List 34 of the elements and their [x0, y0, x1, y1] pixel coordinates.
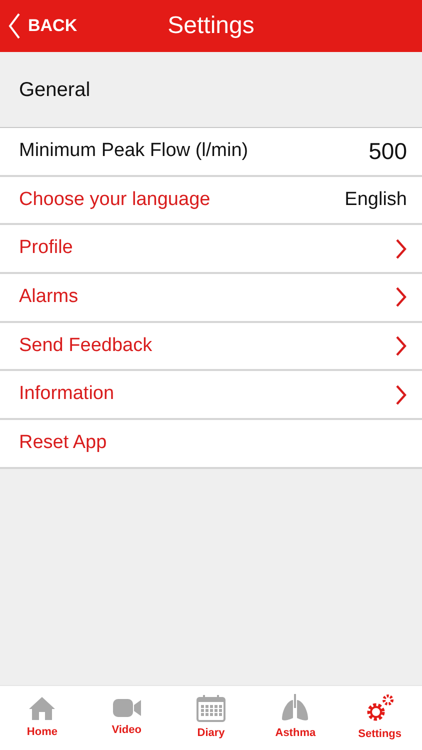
- row-label: Information: [19, 383, 114, 406]
- chevron-icon: [395, 384, 407, 405]
- tab-button[interactable]: Settings: [338, 686, 422, 750]
- settings-row[interactable]: Information: [0, 371, 422, 420]
- home-icon: [28, 695, 56, 722]
- row-label: Profile: [19, 237, 73, 260]
- video-camera-icon: [112, 697, 142, 720]
- tab-button[interactable]: Home: [0, 686, 84, 750]
- back-button[interactable]: BACK: [0, 0, 86, 52]
- settings-row[interactable]: Profile: [0, 225, 422, 274]
- tab-button[interactable]: Asthma: [253, 686, 338, 750]
- calendar-icon: [196, 694, 226, 722]
- row-label: Minimum Peak Flow (l/min): [19, 140, 248, 163]
- gears-icon: [364, 693, 395, 724]
- settings-row[interactable]: Send Feedback: [0, 322, 422, 372]
- tab-button[interactable]: Video: [84, 686, 169, 750]
- chevron-icon: [395, 287, 407, 308]
- row-label: Send Feedback: [19, 334, 152, 358]
- settings-row[interactable]: Minimum Peak Flow (l/min) 500: [0, 128, 422, 177]
- row-value: 500: [368, 138, 407, 166]
- chevron-icon: [395, 238, 407, 259]
- tab-button[interactable]: Diary: [168, 686, 254, 750]
- chevron-icon: [395, 336, 407, 356]
- row-label: Alarms: [19, 286, 78, 309]
- row-label: Choose your language: [19, 188, 210, 212]
- settings-row[interactable]: Alarms: [0, 274, 422, 323]
- lungs-icon: [280, 694, 310, 722]
- section-header: General: [19, 78, 90, 102]
- row-value: English: [344, 188, 407, 212]
- row-label: Reset App: [19, 432, 107, 455]
- settings-row[interactable]: Reset App: [0, 420, 422, 469]
- back-icon: [8, 13, 20, 39]
- screen-title: Settings: [168, 11, 254, 41]
- settings-row[interactable]: Choose your language English: [0, 176, 422, 226]
